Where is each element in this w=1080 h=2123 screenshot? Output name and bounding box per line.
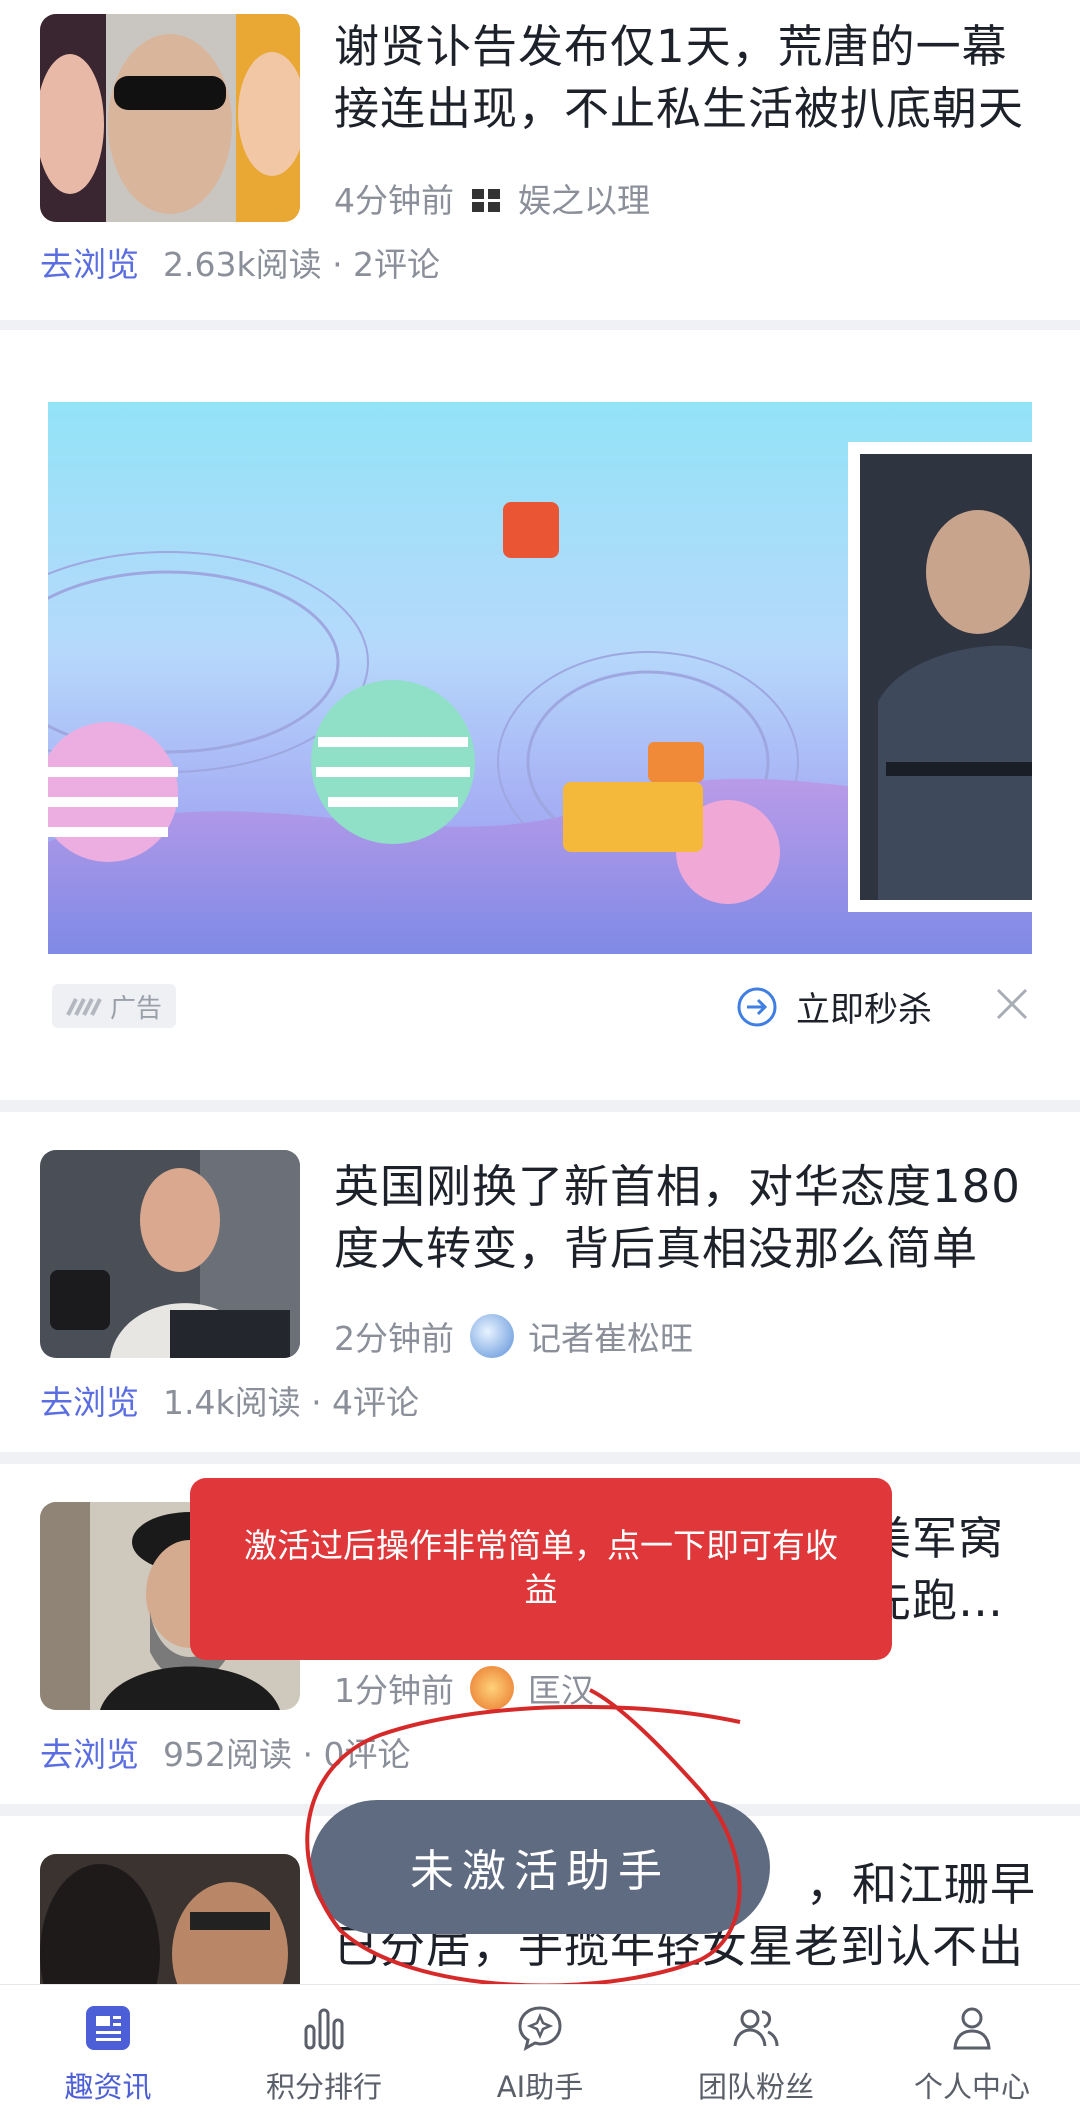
tab-news[interactable]: 趣资讯 bbox=[0, 1985, 216, 2123]
article-thumbnail bbox=[40, 1150, 300, 1358]
article-source: 记者崔松旺 bbox=[528, 1319, 693, 1358]
article-thumbnail bbox=[40, 14, 300, 222]
source-avatar bbox=[470, 184, 504, 212]
bottom-tab-bar: 趣资讯 积分排行 AI助手 团队粉丝 个人中心 bbox=[0, 1984, 1080, 2123]
ad-tag: 广告 bbox=[52, 984, 176, 1028]
team-icon bbox=[733, 2009, 779, 2047]
article-time: 4分钟前 bbox=[334, 181, 454, 220]
news-icon bbox=[86, 2006, 130, 2050]
ad-cta-label: 立即秒杀 bbox=[796, 990, 932, 1030]
tab-label: 积分排行 bbox=[265, 2070, 382, 2104]
tab-points-ranking[interactable]: 积分排行 bbox=[216, 1985, 432, 2123]
tab-team-fans[interactable]: 团队粉丝 bbox=[648, 1985, 864, 2123]
article-source: 娱之以理 bbox=[518, 181, 650, 220]
browse-link[interactable]: 去浏览 bbox=[40, 1376, 139, 1424]
browse-link[interactable]: 去浏览 bbox=[40, 1728, 139, 1776]
article-card[interactable]: 英国刚换了新首相，对华态度180度大转变，背后真相没那么简单 2分钟前 记者崔松… bbox=[0, 1112, 1080, 1452]
browse-link[interactable]: 去浏览 bbox=[40, 238, 139, 286]
article-meta: 2分钟前 记者崔松旺 bbox=[334, 1314, 693, 1358]
assistant-float-button[interactable]: 未激活助手 bbox=[310, 1800, 770, 1934]
tab-personal-center[interactable]: 个人中心 bbox=[864, 1985, 1080, 2123]
article-meta: 4分钟前 娱之以理 bbox=[334, 176, 650, 220]
ad-cta-button[interactable]: 立即秒杀 bbox=[736, 982, 932, 1031]
article-time: 1分钟前 bbox=[334, 1671, 454, 1710]
article-title[interactable]: 谢贤讣告发布仅1天，荒唐的一幕接连出现，不止私生活被扒底朝天 bbox=[334, 16, 1046, 140]
article-time: 2分钟前 bbox=[334, 1319, 454, 1358]
source-avatar bbox=[470, 1314, 514, 1358]
arrow-circle-icon bbox=[737, 987, 777, 1026]
tab-ai-assistant[interactable]: AI助手 bbox=[432, 1985, 648, 2123]
read-comment-count: 2.63k阅读 · 2评论 bbox=[163, 245, 441, 284]
tab-label: AI助手 bbox=[496, 2070, 584, 2104]
ai-chat-icon bbox=[518, 2006, 562, 2051]
person-icon bbox=[953, 2007, 991, 2050]
ad-logo-icon bbox=[66, 998, 102, 1016]
close-icon[interactable] bbox=[990, 982, 1034, 1026]
article-thumbnail bbox=[40, 1854, 300, 1986]
toast-message: 激活过后操作非常简单，点一下即可有收益 bbox=[190, 1478, 892, 1660]
article-source: 匡汉 bbox=[528, 1671, 594, 1710]
article-stats: 去浏览 2.63k阅读 · 2评论 bbox=[40, 240, 440, 284]
tab-label: 团队粉丝 bbox=[697, 2070, 814, 2104]
ad-banner-image[interactable] bbox=[48, 402, 1032, 954]
article-stats: 去浏览 1.4k阅读 · 4评论 bbox=[40, 1378, 419, 1422]
article-card[interactable]: 谢贤讣告发布仅1天，荒唐的一幕接连出现，不止私生活被扒底朝天 4分钟前 娱之以理… bbox=[0, 0, 1080, 320]
ad-tag-label: 广告 bbox=[109, 993, 162, 1024]
bar-chart-icon bbox=[304, 2008, 344, 2050]
tab-label: 趣资讯 bbox=[64, 2070, 152, 2104]
read-comment-count: 1.4k阅读 · 4评论 bbox=[163, 1383, 420, 1422]
source-avatar bbox=[470, 1666, 514, 1710]
tab-label: 个人中心 bbox=[913, 2070, 1030, 2104]
article-meta: 1分钟前 匡汉 bbox=[334, 1666, 594, 1710]
article-stats: 去浏览 952阅读 · 0评论 bbox=[40, 1730, 410, 1774]
article-title[interactable]: 英国刚换了新首相，对华态度180度大转变，背后真相没那么简单 bbox=[334, 1156, 1046, 1280]
read-comment-count: 952阅读 · 0评论 bbox=[163, 1735, 411, 1774]
